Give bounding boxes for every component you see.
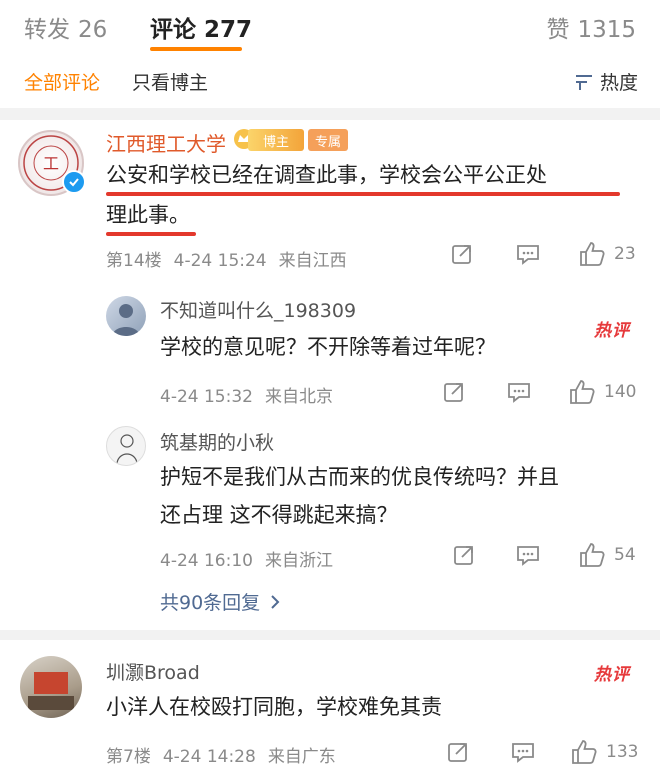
share-button[interactable] xyxy=(446,740,470,764)
section-divider xyxy=(0,630,660,640)
tab-like-label: 赞 xyxy=(546,17,570,43)
reply-button[interactable] xyxy=(515,242,541,266)
sort-label: 热度 xyxy=(599,72,638,94)
tab-comment-label: 评论 xyxy=(150,17,196,43)
verified-icon xyxy=(62,170,86,194)
reply2-name[interactable]: 筑基期的小秋 xyxy=(160,428,274,455)
more-replies-link[interactable]: 共90条回复 xyxy=(160,588,284,615)
commenter-name[interactable]: 江西理工大学 xyxy=(106,128,226,157)
thumbs-up-icon xyxy=(572,740,597,764)
comment-text-line1: 公安和学校已经在调查此事，学校会公平公正处 xyxy=(106,163,547,187)
timestamp: 4-24 15:32 xyxy=(160,387,253,407)
filter-author-only[interactable]: 只看博主 xyxy=(132,68,208,95)
like-button[interactable]: 23 xyxy=(578,240,636,268)
commenter2-name[interactable]: 圳灏Broad xyxy=(106,658,200,685)
like-button[interactable]: 140 xyxy=(568,378,636,406)
reply1-name[interactable]: 不知道叫什么_198309 xyxy=(160,296,356,323)
floor-label: 第14楼 xyxy=(106,251,162,271)
like-count: 133 xyxy=(606,742,639,762)
like-button[interactable]: 54 xyxy=(578,541,636,569)
thumbs-up-icon xyxy=(580,242,605,266)
reply2-meta: 4-24 16:10 来自浙江 xyxy=(160,546,345,571)
tab-repost-count: 26 xyxy=(78,17,108,43)
avatar-comment2[interactable] xyxy=(20,656,82,718)
reply1-text: 学校的意见呢？不开除等着过年呢？ xyxy=(160,335,496,359)
reply-button[interactable] xyxy=(506,380,532,404)
share-icon xyxy=(444,383,463,402)
thumbs-up-icon xyxy=(570,380,595,404)
sort-icon xyxy=(575,74,592,90)
share-button[interactable] xyxy=(442,380,466,404)
active-tab-indicator xyxy=(150,47,242,51)
tab-repost-label: 转发 xyxy=(24,17,70,43)
share-icon xyxy=(448,743,467,762)
timestamp: 4-24 14:28 xyxy=(162,747,256,767)
avatar-reply1[interactable] xyxy=(106,296,146,336)
comment-icon xyxy=(508,383,530,403)
comment-meta: 第14楼 4-24 15:24 来自江西 xyxy=(106,246,359,271)
filter-bar: 全部评论 只看博主 热度 xyxy=(0,52,660,108)
like-button[interactable]: 133 xyxy=(570,738,638,766)
comment-icon xyxy=(517,245,539,265)
reply1-meta: 4-24 15:32 来自北京 xyxy=(160,382,345,407)
location: 来自浙江 xyxy=(264,551,333,571)
author-badge: 博主 xyxy=(248,129,304,151)
special-badge: 专属 xyxy=(308,129,348,151)
more-replies-label: 共90条回复 xyxy=(160,592,261,614)
floor-label: 第7楼 xyxy=(106,747,151,767)
room-photo-icon xyxy=(28,672,74,710)
section-divider xyxy=(0,108,660,120)
reply-button[interactable] xyxy=(510,740,536,764)
tab-repost[interactable]: 转发 26 xyxy=(24,10,107,44)
comment-icon xyxy=(517,546,539,566)
comment2-text: 小洋人在校殴打同胞，学校难免其责 xyxy=(106,695,442,719)
comment-icon xyxy=(512,743,534,763)
tab-like-count: 1315 xyxy=(577,17,636,43)
share-button[interactable] xyxy=(450,242,474,266)
timestamp: 4-24 15:24 xyxy=(173,251,267,271)
reply2-text-line1: 护短不是我们从古而来的优良传统吗？并且 xyxy=(160,465,559,489)
highlight-underline-2 xyxy=(106,232,196,236)
share-icon xyxy=(454,546,473,565)
comment-text-line2: 理此事。 xyxy=(106,203,190,227)
like-count: 140 xyxy=(604,382,637,402)
tab-bar: 转发 26 评论 277 赞 1315 xyxy=(0,0,660,52)
sketch-avatar-icon xyxy=(116,434,138,464)
tab-like[interactable]: 赞 1315 xyxy=(546,10,636,44)
filter-all-comments[interactable]: 全部评论 xyxy=(24,68,100,95)
chevron-right-icon xyxy=(271,594,280,609)
thumbs-up-icon xyxy=(580,543,605,567)
share-icon xyxy=(452,245,471,264)
location: 来自江西 xyxy=(278,251,347,271)
timestamp: 4-24 16:10 xyxy=(160,551,253,571)
comment2-meta: 第7楼 4-24 14:28 来自广东 xyxy=(106,742,348,767)
reply2-text-line2: 还占理 这不得跳起来搞？ xyxy=(160,503,398,527)
tab-comment-count: 277 xyxy=(204,17,253,43)
share-button[interactable] xyxy=(452,543,476,567)
user-photo-icon xyxy=(112,304,140,336)
hot-comment-badge: 热评 xyxy=(594,665,630,685)
sort-toggle[interactable]: 热度 xyxy=(574,68,638,95)
hot-comment-badge: 热评 xyxy=(594,321,630,341)
location: 来自广东 xyxy=(267,747,336,767)
reply-button[interactable] xyxy=(515,543,541,567)
like-count: 54 xyxy=(614,545,636,565)
location: 来自北京 xyxy=(264,387,333,407)
svg-text:工: 工 xyxy=(43,154,59,173)
tab-comment[interactable]: 评论 277 xyxy=(150,10,252,44)
like-count: 23 xyxy=(614,244,636,264)
avatar-reply2[interactable] xyxy=(106,426,146,466)
